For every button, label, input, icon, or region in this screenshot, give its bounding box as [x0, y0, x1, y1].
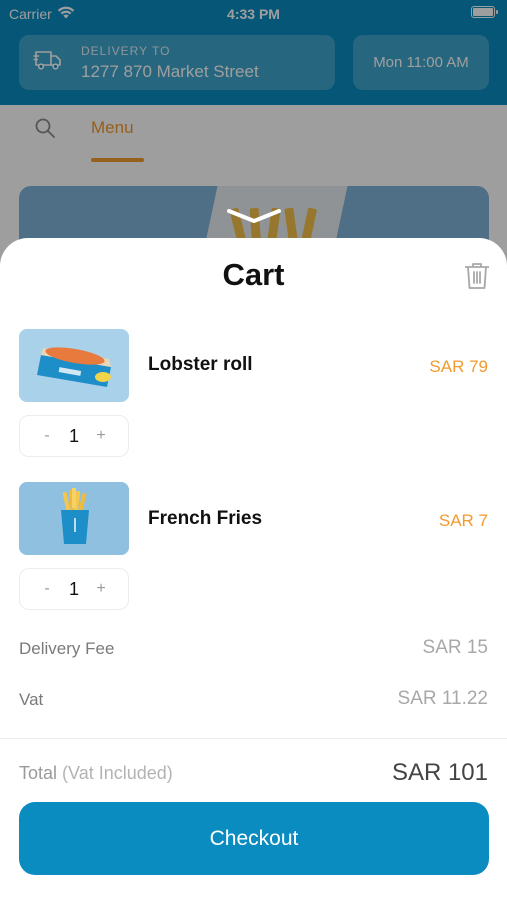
cart-sheet: Cart Lobster roll SAR 79 - 1 + French Fr…: [0, 238, 507, 900]
cart-item-name: French Fries: [148, 508, 263, 529]
delivery-fee-value: SAR 15: [422, 637, 488, 658]
increment-button[interactable]: +: [93, 580, 109, 598]
chevron-down-icon[interactable]: [225, 206, 283, 231]
total-label: Total (Vat Included): [19, 763, 173, 784]
total-text: Total: [19, 763, 58, 783]
total-vat-note: (Vat Included): [62, 763, 173, 783]
vat-label: Vat: [19, 690, 44, 709]
french-fries-image: [19, 482, 129, 555]
cart-item-price: SAR 79: [429, 357, 488, 376]
checkout-button[interactable]: Checkout: [19, 802, 489, 875]
decrement-button[interactable]: -: [39, 427, 55, 445]
cart-item-name: Lobster roll: [148, 354, 253, 375]
decrement-button[interactable]: -: [39, 580, 55, 598]
quantity-stepper: - 1 +: [19, 415, 129, 457]
total-value: SAR 101: [391, 759, 488, 786]
increment-button[interactable]: +: [93, 427, 109, 445]
quantity-value: 1: [68, 425, 79, 446]
trash-icon[interactable]: [463, 261, 491, 291]
cart-title: Cart: [222, 257, 285, 292]
cart-item-price: SAR 7: [438, 511, 488, 530]
quantity-value: 1: [68, 578, 79, 599]
quantity-stepper: - 1 +: [19, 568, 129, 610]
summary-divider: [0, 738, 507, 739]
delivery-fee-label: Delivery Fee: [19, 639, 115, 658]
vat-value: SAR 11.22: [397, 688, 488, 709]
lobster-roll-image: [19, 329, 129, 402]
